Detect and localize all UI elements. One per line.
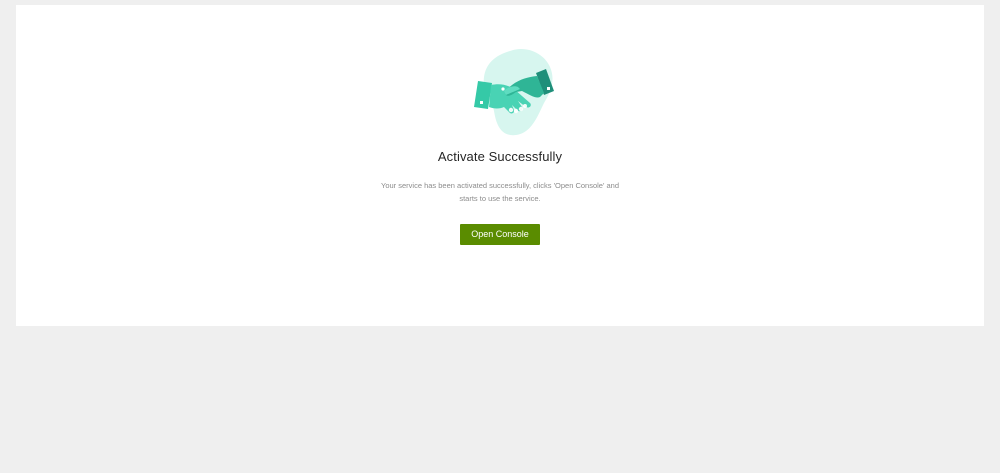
result-title: Activate Successfully bbox=[437, 149, 563, 164]
description-line-1: Your service has been activated successf… bbox=[381, 181, 619, 190]
handshake-illustration bbox=[474, 47, 560, 137]
description-line-2: starts to use the service. bbox=[459, 194, 541, 203]
result-card: Activate Successfully Your service has b… bbox=[16, 5, 984, 326]
result-description: Your service has been activated successf… bbox=[368, 179, 632, 205]
page: Activate Successfully Your service has b… bbox=[0, 0, 1000, 473]
handshake-icon bbox=[474, 48, 554, 136]
open-console-button[interactable]: Open Console bbox=[460, 224, 540, 245]
